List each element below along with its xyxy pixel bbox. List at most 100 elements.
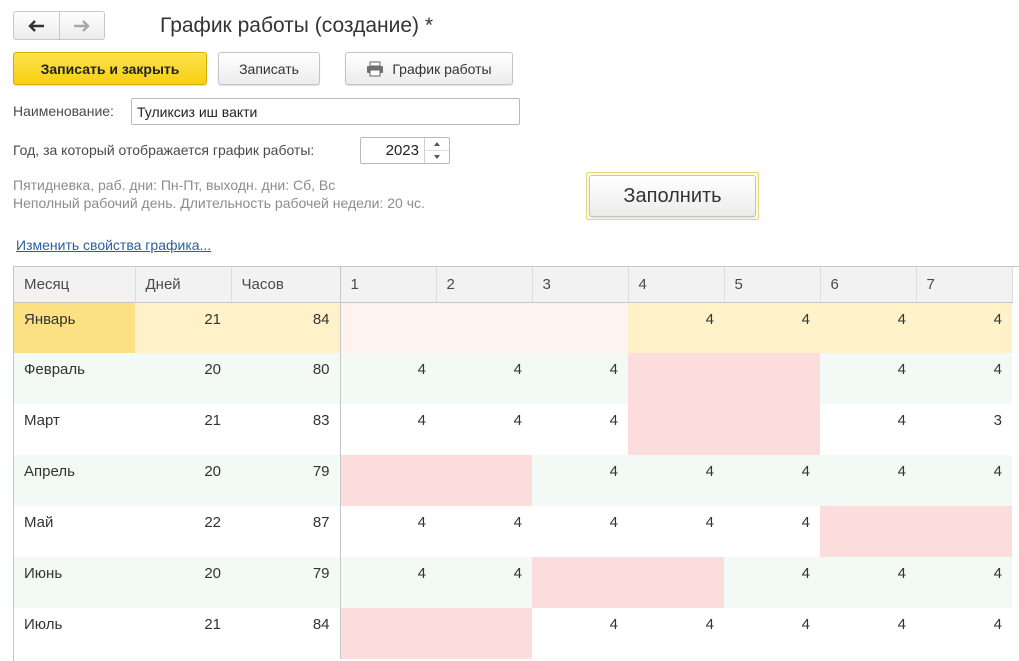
month-cell[interactable]: Январь xyxy=(14,302,135,353)
day-cell[interactable] xyxy=(532,557,628,608)
day-cell[interactable]: 4 xyxy=(340,353,436,404)
day-cell[interactable]: 4 xyxy=(916,353,1012,404)
day-cell[interactable] xyxy=(340,608,436,659)
day-cell[interactable]: 4 xyxy=(820,404,916,455)
day-cell[interactable]: 4 xyxy=(532,506,628,557)
column-header[interactable]: 3 xyxy=(532,267,629,303)
day-cell[interactable] xyxy=(820,506,916,557)
day-cell[interactable]: 4 xyxy=(340,557,436,608)
days-cell[interactable]: 20 xyxy=(135,557,231,608)
day-cell[interactable] xyxy=(628,404,724,455)
hours-cell[interactable]: 87 xyxy=(231,506,341,557)
day-cell[interactable]: 4 xyxy=(436,506,532,557)
days-cell[interactable]: 20 xyxy=(135,353,231,404)
day-cell[interactable]: 4 xyxy=(724,608,820,659)
day-cell[interactable]: 4 xyxy=(628,302,724,353)
days-cell[interactable]: 21 xyxy=(135,608,231,659)
day-cell[interactable] xyxy=(340,302,436,353)
name-label: Наименование: xyxy=(13,103,114,119)
forward-button[interactable] xyxy=(58,12,105,39)
day-cell[interactable] xyxy=(628,353,724,404)
day-cell[interactable]: 4 xyxy=(628,506,724,557)
hours-cell[interactable]: 84 xyxy=(231,608,341,659)
month-cell[interactable]: Апрель xyxy=(14,455,135,506)
day-cell[interactable]: 4 xyxy=(532,353,628,404)
decrement-icon[interactable] xyxy=(425,151,449,163)
days-cell[interactable]: 21 xyxy=(135,404,231,455)
hours-cell[interactable]: 84 xyxy=(231,302,341,353)
day-cell[interactable] xyxy=(628,557,724,608)
day-cell[interactable]: 4 xyxy=(436,353,532,404)
day-cell[interactable]: 4 xyxy=(724,455,820,506)
hours-cell[interactable]: 80 xyxy=(231,353,341,404)
column-header[interactable]: Дней xyxy=(135,267,232,303)
change-schedule-properties-link[interactable]: Изменить свойства графика... xyxy=(16,237,211,253)
days-cell[interactable]: 21 xyxy=(135,302,231,353)
day-cell[interactable]: 4 xyxy=(724,506,820,557)
day-cell[interactable]: 4 xyxy=(724,557,820,608)
month-cell[interactable]: Май xyxy=(14,506,135,557)
day-cell[interactable]: 4 xyxy=(436,557,532,608)
column-header[interactable]: 5 xyxy=(724,267,821,303)
day-cell[interactable] xyxy=(436,302,532,353)
table-row[interactable]: Февраль 20 80 4 4 4 4 4 xyxy=(14,353,1012,404)
days-cell[interactable]: 22 xyxy=(135,506,231,557)
column-header[interactable]: Месяц xyxy=(14,267,136,303)
save-button[interactable]: Записать xyxy=(218,52,320,85)
month-cell[interactable]: Март xyxy=(14,404,135,455)
column-header[interactable]: 6 xyxy=(820,267,917,303)
days-cell[interactable]: 20 xyxy=(135,455,231,506)
fill-button[interactable]: Заполнить xyxy=(589,175,756,217)
day-cell[interactable]: 4 xyxy=(628,455,724,506)
hours-cell[interactable]: 79 xyxy=(231,557,341,608)
table-row[interactable]: Июнь 20 79 4 4 4 4 4 xyxy=(14,557,1012,608)
table-row[interactable]: Март 21 83 4 4 4 4 3 xyxy=(14,404,1012,455)
month-cell[interactable]: Июнь xyxy=(14,557,135,608)
day-cell[interactable]: 4 xyxy=(820,455,916,506)
day-cell[interactable] xyxy=(340,455,436,506)
save-and-close-button[interactable]: Записать и закрыть xyxy=(13,52,207,85)
column-header[interactable]: 7 xyxy=(916,267,1013,303)
day-cell[interactable]: 4 xyxy=(340,404,436,455)
column-header[interactable]: Часов xyxy=(231,267,341,303)
day-cell[interactable]: 4 xyxy=(820,302,916,353)
day-cell[interactable] xyxy=(436,455,532,506)
hours-cell[interactable]: 83 xyxy=(231,404,341,455)
day-cell[interactable]: 4 xyxy=(916,302,1012,353)
name-input[interactable]: Туликсиз иш вакти xyxy=(131,98,520,125)
hours-cell[interactable]: 79 xyxy=(231,455,341,506)
schedule-table: Месяц Дней Часов 1 2 3 4 5 6 7 Январь 21 8… xyxy=(13,266,1019,661)
day-cell[interactable]: 4 xyxy=(820,353,916,404)
day-cell[interactable]: 3 xyxy=(916,404,1012,455)
day-cell[interactable]: 4 xyxy=(532,608,628,659)
month-cell[interactable]: Февраль xyxy=(14,353,135,404)
day-cell[interactable]: 4 xyxy=(820,608,916,659)
day-cell[interactable] xyxy=(436,608,532,659)
back-button[interactable] xyxy=(14,12,59,39)
day-cell[interactable]: 4 xyxy=(532,455,628,506)
day-cell[interactable]: 4 xyxy=(532,404,628,455)
day-cell[interactable]: 4 xyxy=(820,557,916,608)
day-cell[interactable]: 4 xyxy=(340,506,436,557)
day-cell[interactable]: 4 xyxy=(916,608,1012,659)
day-cell[interactable] xyxy=(532,302,628,353)
year-stepper[interactable]: 2023 xyxy=(360,137,450,164)
table-row[interactable]: Июль 21 84 4 4 4 4 4 xyxy=(14,608,1012,659)
day-cell[interactable]: 4 xyxy=(436,404,532,455)
day-cell[interactable]: 4 xyxy=(724,302,820,353)
column-header[interactable]: 1 xyxy=(340,267,437,303)
table-row[interactable]: Апрель 20 79 4 4 4 4 4 xyxy=(14,455,1012,506)
day-cell[interactable] xyxy=(724,404,820,455)
table-row[interactable]: Январь 21 84 4 4 4 4 xyxy=(14,302,1012,353)
column-header[interactable]: 4 xyxy=(628,267,725,303)
table-row[interactable]: Май 22 87 4 4 4 4 4 xyxy=(14,506,1012,557)
day-cell[interactable]: 4 xyxy=(916,455,1012,506)
column-header[interactable]: 2 xyxy=(436,267,533,303)
day-cell[interactable] xyxy=(724,353,820,404)
day-cell[interactable]: 4 xyxy=(628,608,724,659)
day-cell[interactable]: 4 xyxy=(916,557,1012,608)
month-cell[interactable]: Июль xyxy=(14,608,135,659)
schedule-print-button[interactable]: График работы xyxy=(345,52,513,85)
day-cell[interactable] xyxy=(916,506,1012,557)
increment-icon[interactable] xyxy=(425,138,449,151)
